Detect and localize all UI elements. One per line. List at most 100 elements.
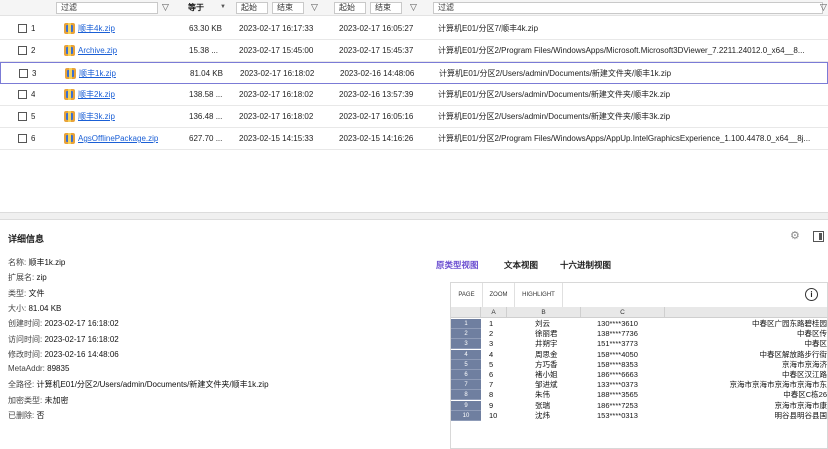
row-checkbox[interactable] [18, 90, 27, 99]
info-icon[interactable]: i [805, 288, 818, 301]
panel-toggle-icon[interactable] [813, 231, 824, 242]
highlight-button[interactable]: HIGHLIGHT [515, 283, 563, 307]
sheet-cell: 2 [489, 329, 494, 339]
tab-text-view[interactable]: 文本视图 [504, 259, 538, 271]
detail-property: 访问时间: 2023-02-17 16:18:02 [8, 334, 119, 345]
row-checkbox[interactable] [18, 46, 27, 55]
file-name-link[interactable]: 顺丰1k.zip [79, 63, 116, 85]
zip-file-icon [65, 68, 76, 79]
sheet-cell: 133****0373 [597, 380, 638, 390]
file-path: 计算机E01/分区7/顺丰4k.zip [438, 24, 539, 33]
path-filter-input[interactable]: 过滤 [433, 2, 823, 14]
created-end-input[interactable]: 结束 [272, 2, 304, 14]
tab-hex-view[interactable]: 十六进制视图 [560, 259, 611, 271]
file-size: 63.30 KB [189, 24, 222, 33]
file-name-link[interactable]: 顺丰2k.zip [78, 84, 115, 106]
property-key: 访问时间: [8, 334, 43, 344]
file-path: 计算机E01/分区2/Program Files/WindowsApps/App… [438, 134, 811, 143]
filter-icon[interactable]: ▽ [162, 1, 169, 13]
row-checkbox[interactable] [18, 112, 27, 121]
filter-icon[interactable]: ▽ [311, 1, 318, 13]
gear-icon[interactable]: ⚙ [790, 230, 802, 242]
row-checkbox[interactable] [18, 134, 27, 143]
filter-bar: 过滤 ▽ 等于 ▼ 起始 结束 ▽ 起始 结束 ▽ 过滤 ▽ [0, 0, 828, 16]
row-index: 2 [31, 46, 36, 55]
row-number: 10 [451, 410, 481, 421]
row-number: 5 [451, 359, 481, 370]
sheet-cell: 186****6663 [597, 370, 638, 379]
sheet-cell: 沈炜 [535, 410, 550, 420]
table-row[interactable]: 4 顺丰2k.zip 138.58 ... 2023-02-17 16:18:02 20… [0, 84, 828, 106]
file-size: 138.58 ... [189, 90, 223, 99]
sheet-cell: 1 [489, 319, 494, 328]
filter-icon[interactable]: ▽ [410, 1, 417, 13]
property-key: 修改时间: [8, 349, 43, 359]
modified-time: 2023-02-16 14:48:06 [340, 69, 415, 78]
row-index: 4 [31, 90, 36, 99]
created-start-input[interactable]: 起始 [236, 2, 268, 14]
tab-native-view[interactable]: 原类型视图 [436, 259, 479, 271]
file-name-link[interactable]: AgsOfflinePackage.zip [78, 128, 158, 150]
sheet-cell: 4 [489, 349, 494, 359]
modified-time: 2023-02-17 16:05:16 [339, 112, 414, 121]
sheet-cell: 中春区汉江路 [782, 370, 827, 379]
row-number: 8 [451, 390, 481, 401]
table-row[interactable]: 5 顺丰3k.zip 136.48 ... 2023-02-17 16:18:02 20… [0, 106, 828, 128]
zip-file-icon [64, 45, 75, 56]
row-number: 3 [451, 339, 481, 350]
column-header: B [507, 307, 581, 318]
property-value: 否 [36, 411, 45, 420]
sheet-cell: 5 [489, 359, 494, 369]
sheet-cell: 188****3565 [597, 390, 638, 400]
sheet-cell: 3 [489, 339, 494, 349]
sheet-cell: 158****4050 [597, 349, 638, 359]
table-row[interactable]: 6 AgsOfflinePackage.zip 627.70 ... 2023-02-… [0, 128, 828, 150]
created-time: 2023-02-15 14:15:33 [239, 134, 314, 143]
file-size: 627.70 ... [189, 134, 223, 143]
created-time: 2023-02-17 16:17:33 [239, 24, 314, 33]
detail-property: 已删除: 否 [8, 410, 44, 421]
property-value: 未加密 [44, 395, 69, 405]
detail-property: 修改时间: 2023-02-16 14:48:06 [8, 349, 119, 360]
sheet-cell: 京海市京海济 [782, 359, 827, 369]
zip-file-icon [64, 23, 75, 34]
column-header: A [481, 307, 507, 318]
sheet-cell: 中春区广园东路碧桂园 [752, 319, 827, 328]
sheet-cell: 153****0313 [597, 410, 638, 420]
file-size: 15.38 ... [189, 46, 218, 55]
sheet-cell: 明谷县明谷县国 [774, 410, 828, 420]
row-number: 1 [451, 319, 481, 329]
sheet-cell: 130****3610 [597, 319, 638, 328]
property-value: 文件 [28, 288, 45, 298]
row-checkbox[interactable] [18, 24, 27, 33]
property-key: 名称: [8, 258, 27, 267]
file-path: 计算机E01/分区2/Users/admin/Documents/新建文件夹/顺… [438, 90, 671, 99]
sheet-cell: 中春区解放路步行街 [759, 349, 828, 359]
zoom-button[interactable]: ZOOM [483, 283, 515, 307]
page-button[interactable]: PAGE [451, 283, 483, 307]
detail-property: 大小: 81.04 KB [8, 303, 61, 314]
size-operator-select[interactable]: 等于 [188, 2, 204, 14]
row-checkbox[interactable] [19, 69, 28, 78]
modified-time: 2023-02-15 14:16:26 [339, 134, 414, 143]
detail-property: 创建时间: 2023-02-17 16:18:02 [8, 318, 119, 329]
detail-property: MetaAddr: 89835 [8, 364, 69, 373]
panel-splitter[interactable] [0, 212, 828, 220]
sheet-cell: 中春区 [804, 339, 828, 349]
chevron-down-icon[interactable]: ▼ [220, 1, 226, 13]
file-name-link[interactable]: 顺丰3k.zip [78, 106, 115, 128]
sheet-cell: 京海市京海市京海市京海市东 [729, 380, 828, 390]
file-name-link[interactable]: Archive.zip [78, 40, 117, 62]
filter-icon[interactable]: ▽ [820, 1, 827, 13]
name-filter-input[interactable]: 过滤 [56, 2, 158, 14]
file-size: 81.04 KB [190, 69, 223, 78]
details-title: 详细信息 [8, 234, 45, 244]
property-key: 全路径: [8, 380, 35, 390]
modified-end-input[interactable]: 结束 [370, 2, 402, 14]
table-row[interactable]: 1 顺丰4k.zip 63.30 KB 2023-02-17 16:17:33 2023… [0, 18, 828, 40]
modified-start-input[interactable]: 起始 [334, 2, 366, 14]
modified-time: 2023-02-17 16:05:27 [339, 24, 414, 33]
table-row[interactable]: 2 Archive.zip 15.38 ... 2023-02-17 15:45:00… [0, 40, 828, 62]
file-name-link[interactable]: 顺丰4k.zip [78, 18, 115, 40]
table-row[interactable]: 3 顺丰1k.zip 81.04 KB 2023-02-17 16:18:02 2023… [0, 62, 828, 84]
